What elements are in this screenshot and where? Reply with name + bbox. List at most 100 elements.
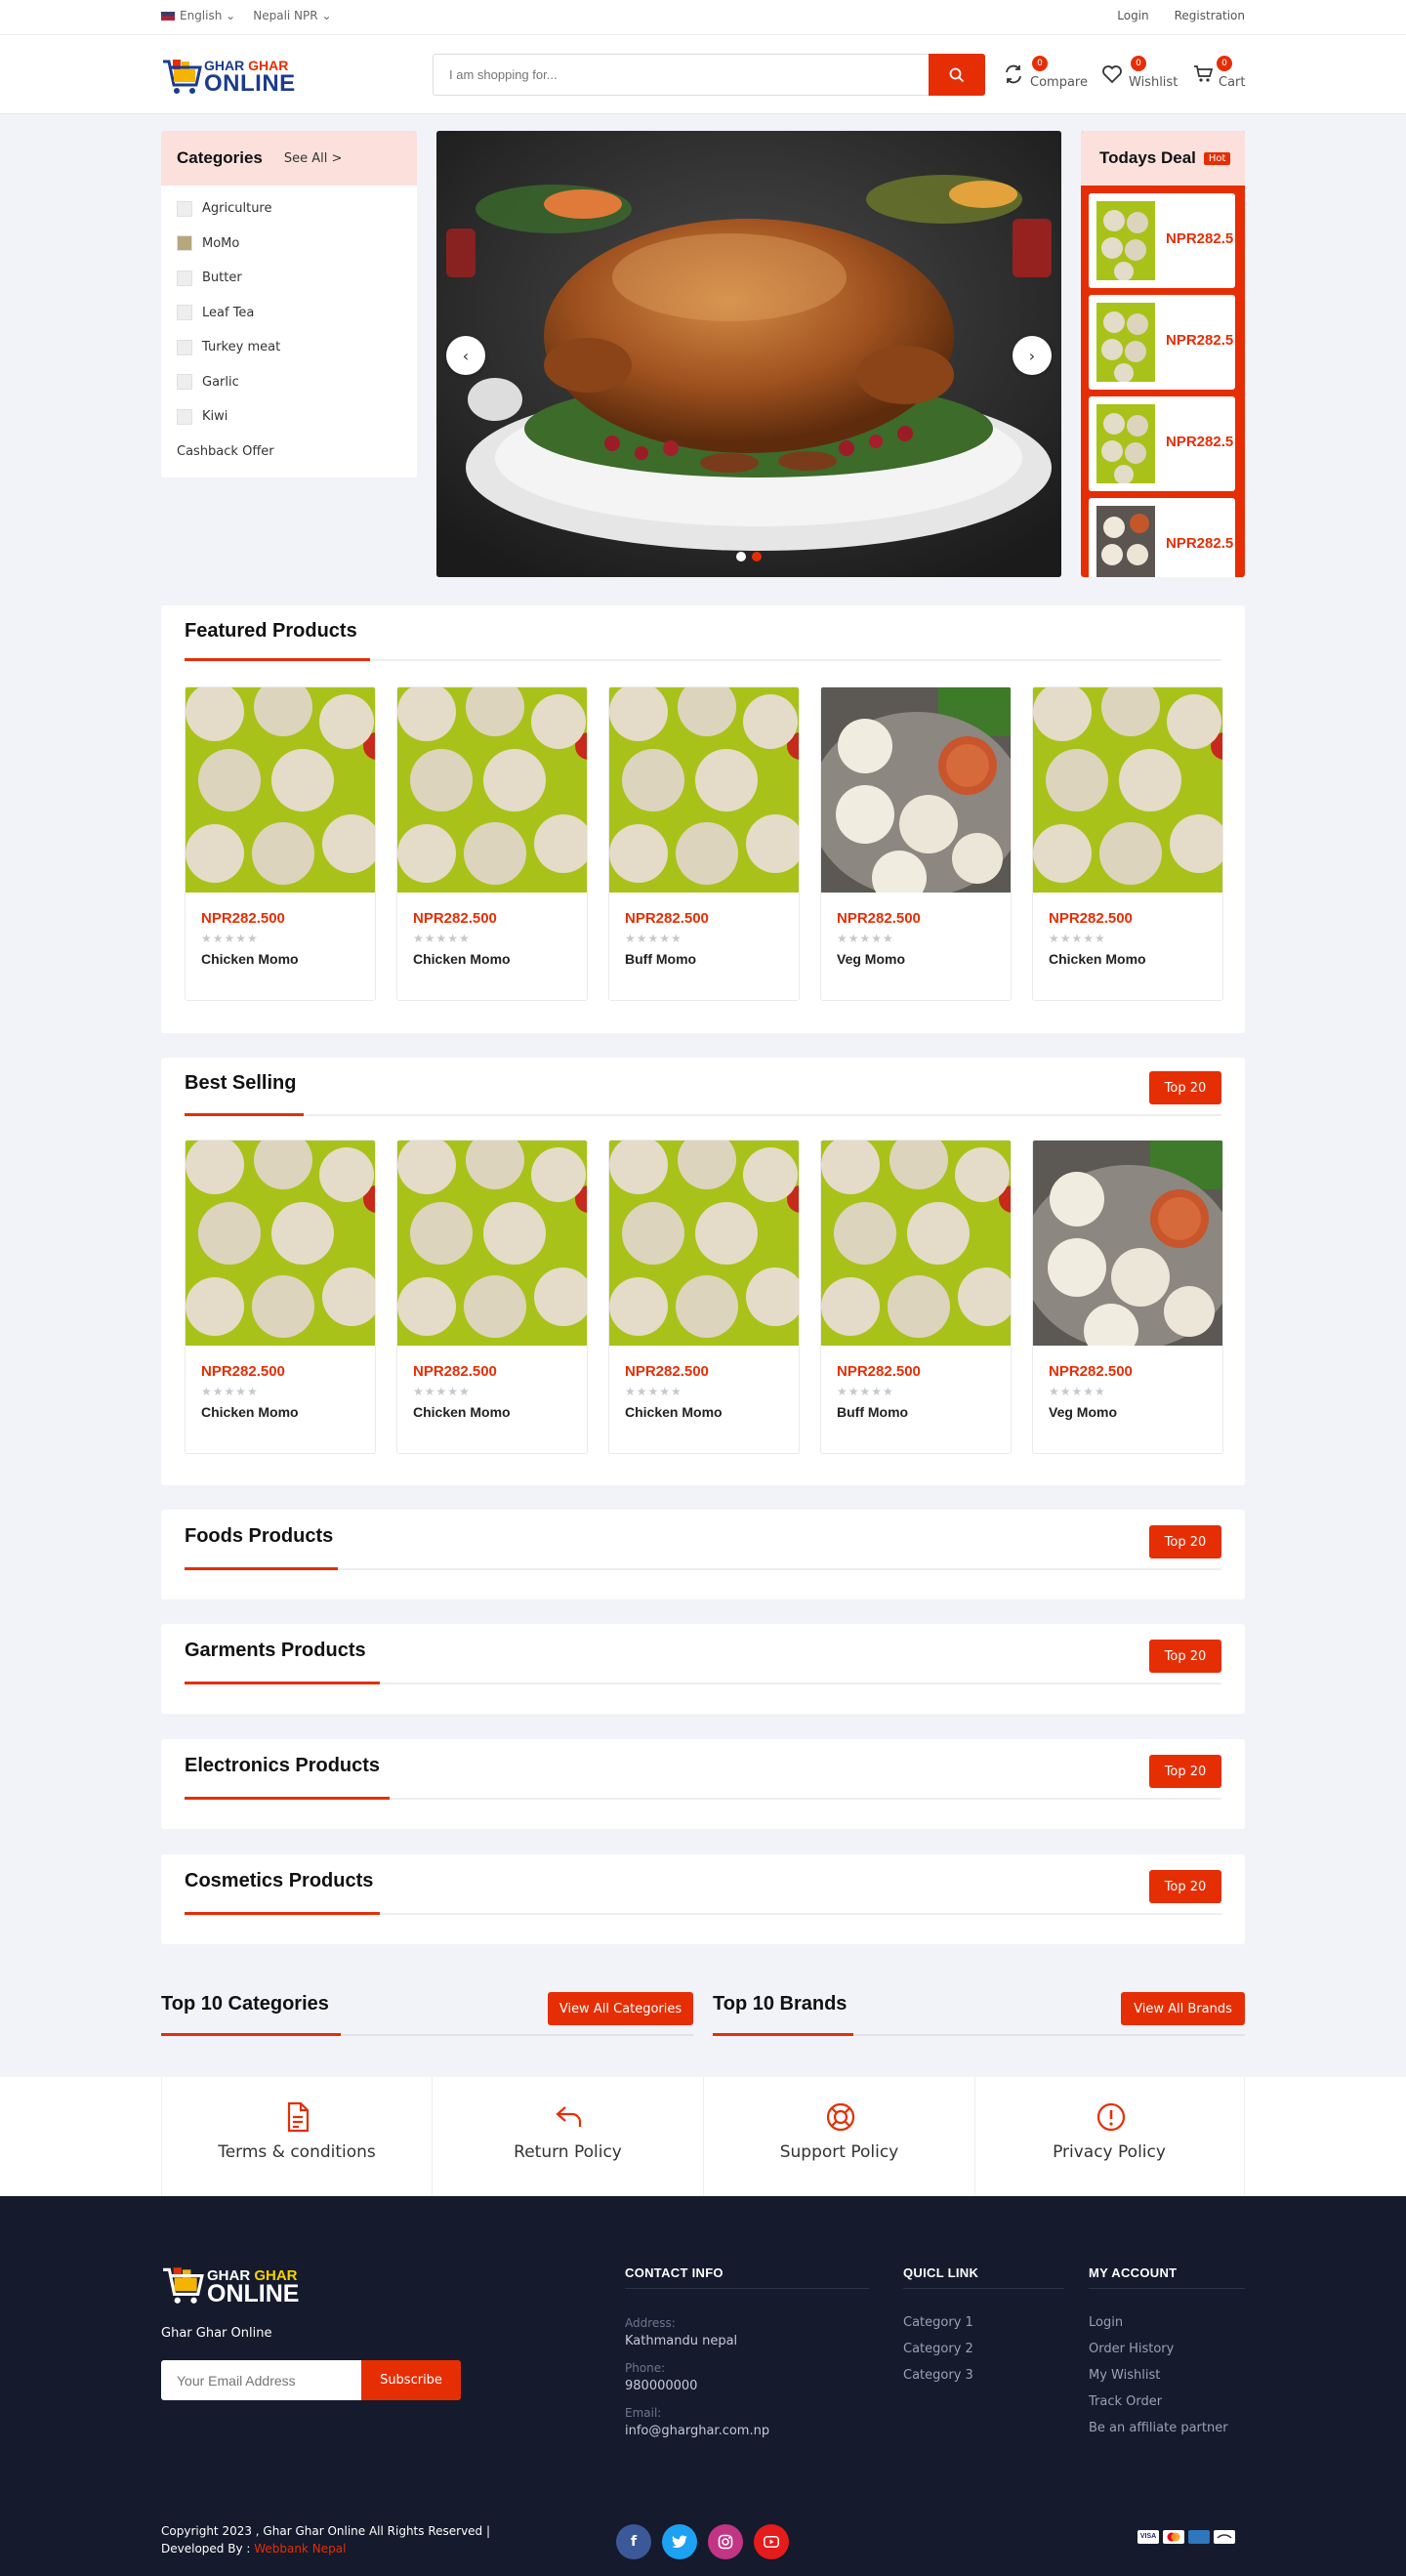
category-thumbnail bbox=[177, 270, 192, 286]
cashback-offer-link[interactable]: Cashback Offer bbox=[177, 435, 401, 470]
hero-slider[interactable]: ‹ › bbox=[436, 131, 1061, 577]
product-name[interactable]: Chicken Momo bbox=[1049, 951, 1146, 967]
category-item[interactable]: Butter bbox=[177, 261, 401, 296]
category-item[interactable]: Turkey meat bbox=[177, 330, 401, 365]
deal-card[interactable]: NPR282.5 bbox=[1089, 498, 1235, 577]
product-price: NPR282.500 bbox=[1049, 1363, 1133, 1380]
site-logo[interactable]: GHAR GHAR ONLINE bbox=[161, 54, 303, 98]
document-icon bbox=[287, 2101, 310, 2133]
youtube-icon[interactable] bbox=[754, 2524, 789, 2559]
login-link[interactable]: Login bbox=[1117, 9, 1148, 22]
quick-link-item[interactable]: Category 2 bbox=[903, 2342, 973, 2356]
email-value[interactable]: info@gharghar.com.np bbox=[625, 2424, 769, 2438]
section-title: Best Selling bbox=[185, 1072, 297, 1094]
categories-title: Categories bbox=[177, 148, 263, 167]
support-policy-link[interactable]: Support Policy bbox=[704, 2077, 975, 2196]
foods-products-section: Foods Products Top 20 bbox=[161, 1510, 1245, 1600]
category-item[interactable]: Leaf Tea bbox=[177, 296, 401, 331]
currency-selector[interactable]: Nepali NPR ⌄ bbox=[253, 9, 331, 22]
search-input[interactable] bbox=[434, 55, 922, 95]
copyright: Copyright 2023 , Ghar Ghar Online All Ri… bbox=[161, 2524, 491, 2555]
product-card[interactable]: NPR282.500 ★★★★★ Chicken Momo bbox=[396, 686, 588, 1001]
product-card[interactable]: NPR282.500 ★★★★★ Chicken Momo bbox=[185, 1140, 376, 1454]
footer-logo[interactable]: GHAR GHAR ONLINE bbox=[161, 2264, 312, 2307]
slider-dot[interactable] bbox=[736, 552, 746, 561]
category-item[interactable]: Agriculture bbox=[177, 191, 401, 227]
slider-prev-button[interactable]: ‹ bbox=[446, 336, 485, 375]
account-link[interactable]: Login bbox=[1089, 2315, 1123, 2330]
category-item[interactable]: MoMo bbox=[177, 227, 401, 262]
cart-button[interactable]: 0 Cart bbox=[1193, 56, 1247, 95]
newsletter-email-input[interactable] bbox=[161, 2360, 361, 2400]
facebook-icon[interactable]: f bbox=[616, 2524, 651, 2559]
best-selling-section: Best Selling Top 20 NPR282.500 ★★★★★ Chi… bbox=[161, 1058, 1245, 1485]
deal-card[interactable]: NPR282.5 bbox=[1089, 193, 1235, 288]
deal-card[interactable]: NPR282.5 bbox=[1089, 396, 1235, 491]
product-name[interactable]: Veg Momo bbox=[837, 951, 905, 967]
product-name[interactable]: Buff Momo bbox=[625, 951, 696, 967]
instagram-icon[interactable] bbox=[708, 2524, 743, 2559]
footer-divider bbox=[625, 2288, 869, 2289]
quick-link-item[interactable]: Category 3 bbox=[903, 2368, 973, 2383]
privacy-policy-link[interactable]: Privacy Policy bbox=[974, 2077, 1245, 2196]
top-20-button[interactable]: Top 20 bbox=[1149, 1755, 1221, 1788]
product-card[interactable]: NPR282.500 ★★★★★ Buff Momo bbox=[820, 1140, 1012, 1454]
product-name[interactable]: Chicken Momo bbox=[625, 1404, 723, 1420]
product-card[interactable]: NPR282.500 ★★★★★ Chicken Momo bbox=[608, 1140, 800, 1454]
return-policy-link[interactable]: Return Policy bbox=[433, 2077, 704, 2196]
product-card[interactable]: NPR282.500 ★★★★★ Chicken Momo bbox=[396, 1140, 588, 1454]
account-link[interactable]: Be an affiliate partner bbox=[1089, 2421, 1228, 2435]
hot-badge: Hot bbox=[1203, 151, 1231, 165]
product-card[interactable]: NPR282.500 ★★★★★ Veg Momo bbox=[1032, 1140, 1223, 1454]
quick-link-item[interactable]: Category 1 bbox=[903, 2315, 973, 2330]
view-all-brands-button[interactable]: View All Brands bbox=[1121, 1992, 1245, 2025]
product-name[interactable]: Chicken Momo bbox=[413, 951, 511, 967]
language-selector[interactable]: English ⌄ bbox=[161, 9, 235, 22]
category-thumbnail bbox=[177, 305, 192, 321]
search-button[interactable] bbox=[929, 54, 985, 96]
address-label: Address: bbox=[625, 2316, 676, 2330]
category-item[interactable]: Garlic bbox=[177, 365, 401, 400]
account-link[interactable]: My Wishlist bbox=[1089, 2368, 1160, 2383]
product-name[interactable]: Veg Momo bbox=[1049, 1404, 1117, 1420]
product-card[interactable]: NPR282.500 ★★★★★ Buff Momo bbox=[608, 686, 800, 1001]
wishlist-button[interactable]: 0 Wishlist bbox=[1101, 56, 1179, 95]
account-link[interactable]: Track Order bbox=[1089, 2394, 1162, 2409]
return-arrow-icon bbox=[556, 2106, 582, 2127]
top-20-button[interactable]: Top 20 bbox=[1149, 1525, 1221, 1558]
top-20-button[interactable]: Top 20 bbox=[1149, 1640, 1221, 1673]
chevron-right-icon: › bbox=[1028, 346, 1036, 365]
slider-next-button[interactable]: › bbox=[1013, 336, 1052, 375]
account-link[interactable]: Order History bbox=[1089, 2342, 1174, 2356]
section-divider bbox=[185, 658, 1221, 661]
subscribe-button[interactable]: Subscribe bbox=[361, 2360, 461, 2400]
logo-text-bottom: ONLINE bbox=[204, 70, 296, 97]
see-all-link[interactable]: See All > bbox=[284, 151, 343, 166]
view-all-categories-button[interactable]: View All Categories bbox=[548, 1992, 693, 2025]
deal-card[interactable]: NPR282.5 bbox=[1089, 295, 1235, 390]
rating-stars-icon: ★★★★★ bbox=[837, 1385, 894, 1398]
logo-cart-icon bbox=[163, 2267, 204, 2304]
top-20-button[interactable]: Top 20 bbox=[1149, 1071, 1221, 1104]
cart-icon bbox=[1194, 65, 1213, 82]
product-card[interactable]: NPR282.500 ★★★★★ Veg Momo bbox=[820, 686, 1012, 1001]
product-card[interactable]: NPR282.500 ★★★★★ Chicken Momo bbox=[1032, 686, 1223, 1001]
product-name[interactable]: Buff Momo bbox=[837, 1404, 908, 1420]
registration-link[interactable]: Registration bbox=[1175, 9, 1245, 22]
rating-stars-icon: ★★★★★ bbox=[413, 1385, 471, 1398]
developer-link[interactable]: Webbank Nepal bbox=[254, 2542, 346, 2555]
top-bar: English ⌄ Nepali NPR ⌄ Login Registratio… bbox=[0, 0, 1406, 35]
product-name[interactable]: Chicken Momo bbox=[201, 1404, 299, 1420]
twitter-icon[interactable] bbox=[662, 2524, 697, 2559]
rating-stars-icon: ★★★★★ bbox=[201, 1385, 259, 1398]
product-card[interactable]: NPR282.500 ★★★★★ Chicken Momo bbox=[185, 686, 376, 1001]
product-name[interactable]: Chicken Momo bbox=[201, 951, 299, 967]
top-20-button[interactable]: Top 20 bbox=[1149, 1870, 1221, 1903]
terms-policy-link[interactable]: Terms & conditions bbox=[161, 2077, 433, 2196]
category-item[interactable]: Kiwi bbox=[177, 399, 401, 435]
compare-button[interactable]: 0 Compare bbox=[1003, 56, 1088, 95]
slider-dot-active[interactable] bbox=[752, 552, 762, 561]
chicken-momo-image bbox=[397, 1141, 587, 1346]
product-name[interactable]: Chicken Momo bbox=[413, 1404, 511, 1420]
category-thumbnail bbox=[177, 235, 192, 252]
